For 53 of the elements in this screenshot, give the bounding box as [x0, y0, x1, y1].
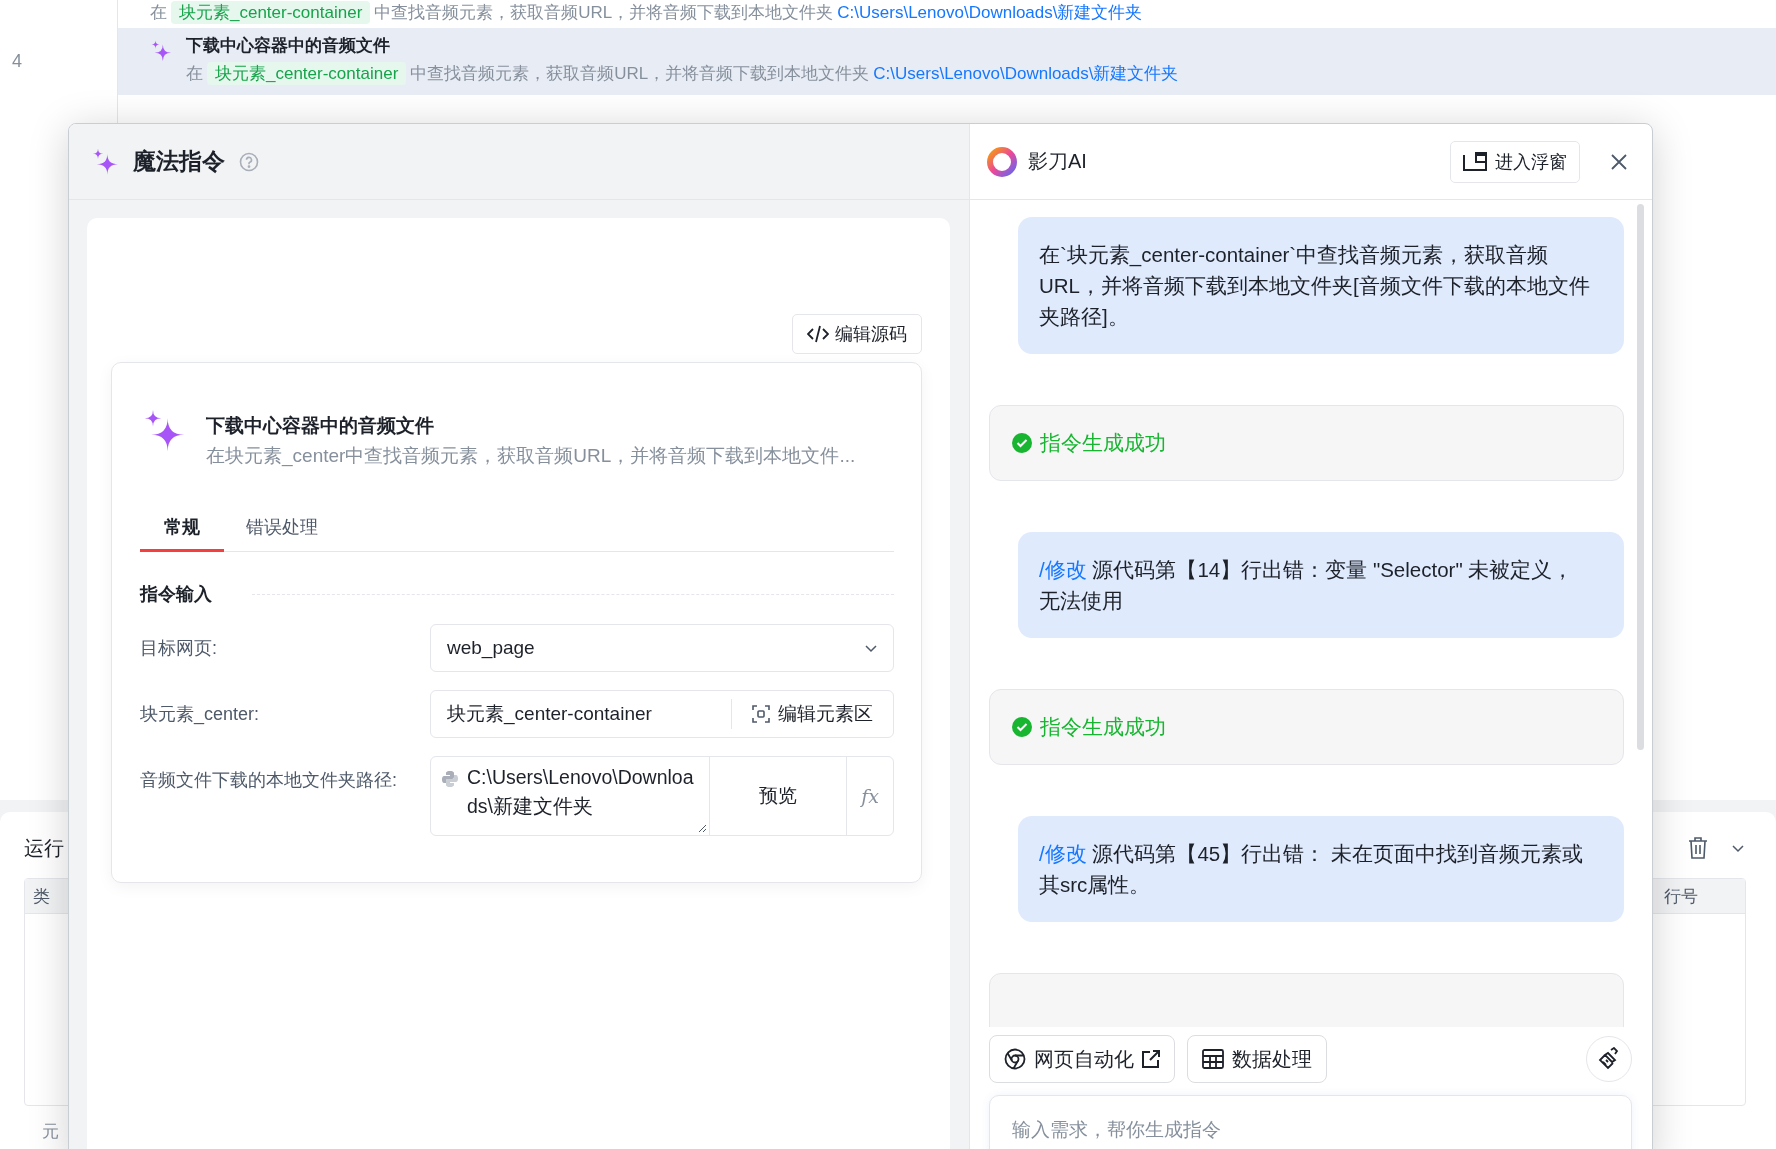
status-text: 指令生成成功: [1040, 430, 1166, 456]
python-icon: [441, 770, 459, 788]
window-icon: [1463, 151, 1487, 172]
check-circle-icon: [1012, 433, 1032, 453]
column-header: 类: [33, 885, 50, 908]
field-label: 块元素_center:: [140, 703, 261, 726]
edit-source-button[interactable]: 编辑源码: [792, 314, 922, 354]
element-field[interactable]: 块元素_center-container 编辑元素区: [430, 690, 894, 738]
element-chip: 块元素_center-container: [171, 1, 371, 24]
code-icon: [807, 325, 829, 343]
footer-label: 元: [42, 1121, 59, 1143]
message-text: /修改 源代码第【45】行出错： 未在页面中找到音频元素或其src属性。: [1039, 841, 1584, 898]
browser-logo-icon: [1004, 1048, 1026, 1070]
message-text: /修改 源代码第【14】行出错：变量 "Selector" 未被定义，无法使用: [1039, 557, 1575, 614]
prompt-input[interactable]: 输入需求，帮你生成指令: [989, 1095, 1632, 1149]
trash-icon[interactable]: [1688, 837, 1708, 859]
path-link[interactable]: C:\Users\Lenovo\Downloads\新建文件夹: [873, 64, 1179, 83]
tab[interactable]: 错误处理: [224, 505, 340, 552]
instruction-description: 在块元素_center中查找音频元素，获取音频URL，并将音频下载到本地文件...: [206, 444, 856, 469]
assistant-name: 影刀AI: [1028, 149, 1088, 174]
section-title: 指令输入: [140, 583, 212, 606]
tab[interactable]: 常规: [140, 505, 224, 552]
field-label: 目标网页:: [140, 637, 218, 660]
code-row[interactable]: 下载中心容器中的音频文件 在 块元素_center-container 中查找音频元素，获取音频URL，并将音频下载到本地文件夹 C:\Users\Lenovo\Downloads\新建文件夹: [118, 28, 1776, 95]
status-text: 指令生成成功: [1040, 714, 1166, 740]
quick-action-button[interactable]: 数据处理: [1187, 1035, 1327, 1083]
table-icon: [1202, 1049, 1224, 1069]
line-number: 4: [12, 51, 22, 72]
message-text: 在`块元素_center-container`中查找音频元素，获取音频URL，并将音频下载到本地文件夹[音频文件下载的本地文件夹路径]。: [1039, 242, 1591, 330]
path-link[interactable]: C:\Users\Lenovo\Downloads\新建文件夹: [837, 3, 1143, 22]
scan-icon: [752, 705, 770, 723]
quick-action-button[interactable]: 网页自动化: [989, 1035, 1175, 1083]
ring-logo-icon: [986, 145, 1018, 178]
row-description: 在 块元素_center-container 中查找音频元素，获取音频URL，并将音频下载到本地文件夹 C:\Users\Lenovo\Downloads\新建文件夹: [150, 0, 1143, 26]
panel-title: 运行: [24, 835, 64, 861]
check-circle-icon: [1012, 717, 1032, 737]
broom-icon: [1597, 1047, 1621, 1071]
code-row[interactable]: 在 块元素_center-container 中查找音频元素，获取音频URL，并将音频下载到本地文件夹 C:\Users\Lenovo\Downloads\新建文件夹: [118, 0, 1776, 28]
page-select[interactable]: web_page: [430, 624, 894, 672]
scrollbar[interactable]: [1637, 204, 1644, 750]
dialog-title: 魔法指令: [133, 147, 225, 176]
edit-element-button[interactable]: 编辑元素区: [731, 699, 893, 729]
float-window-button[interactable]: 进入浮窗: [1450, 140, 1580, 183]
resize-grip-icon[interactable]: [697, 823, 707, 833]
path-field[interactable]: C:\Users\Lenovo\Downloads\新建文件夹: [431, 757, 710, 835]
preview-button[interactable]: 预览: [710, 757, 847, 835]
row-title: 下载中心容器中的音频文件: [186, 35, 391, 57]
element-chip: 块元素_center-container: [207, 62, 407, 85]
instruction-title: 下载中心容器中的音频文件: [206, 414, 435, 438]
row-description: 在 块元素_center-container 中查找音频元素，获取音频URL，并将音频下载到本地文件夹 C:\Users\Lenovo\Downloads\新建文件夹: [186, 61, 1179, 87]
field-label: 音频文件下载的本地文件夹路径:: [140, 769, 398, 792]
sparkle-icon: [150, 40, 172, 62]
clear-button[interactable]: [1586, 1036, 1632, 1082]
